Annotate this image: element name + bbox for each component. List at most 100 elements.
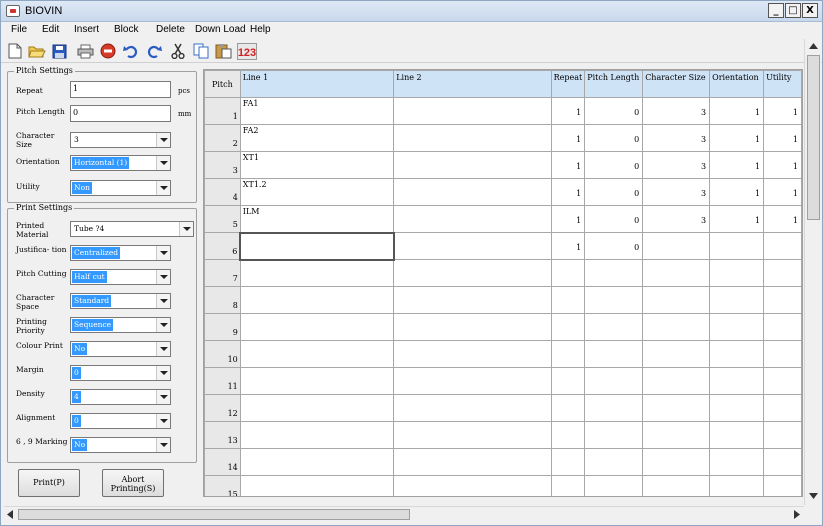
utility-cell[interactable]: 1	[763, 151, 802, 179]
row-header[interactable]: 9	[204, 313, 241, 341]
minimize-button[interactable]: _	[768, 3, 784, 18]
character-size-cell[interactable]	[642, 421, 711, 449]
repeat-input[interactable]: 1	[70, 81, 171, 98]
vertical-scrollbar[interactable]	[804, 39, 821, 505]
menu-edit[interactable]: Edit	[42, 24, 59, 35]
column-header-line2[interactable]: Line 2	[393, 70, 552, 98]
line2-cell[interactable]	[393, 394, 552, 422]
character-size-cell[interactable]: 3	[642, 124, 711, 152]
line2-cell[interactable]	[393, 448, 552, 476]
numbering-icon[interactable]: 123	[237, 42, 257, 60]
line2-cell[interactable]	[393, 421, 552, 449]
pitch-length-cell[interactable]: 0	[584, 124, 644, 152]
line1-cell[interactable]	[239, 394, 395, 422]
line1-cell[interactable]: FA2	[239, 124, 395, 152]
utility-select[interactable]: Non	[70, 180, 171, 196]
line1-cell[interactable]	[239, 340, 395, 368]
paste-icon[interactable]	[214, 42, 232, 60]
margin-select[interactable]: 0	[70, 365, 171, 381]
stop-icon[interactable]	[99, 42, 117, 60]
character-size-cell[interactable]	[642, 367, 711, 395]
line1-cell[interactable]: FA1	[239, 97, 395, 125]
menu-download[interactable]: Down Load	[195, 24, 246, 35]
line2-cell[interactable]	[393, 286, 552, 314]
orientation-cell[interactable]	[709, 421, 765, 449]
character-size-cell[interactable]	[642, 286, 711, 314]
orientation-cell[interactable]: 1	[709, 151, 765, 179]
close-button[interactable]: X	[802, 3, 818, 18]
line1-cell[interactable]: ILM	[239, 205, 395, 233]
repeat-cell[interactable]	[550, 259, 586, 287]
orientation-cell[interactable]	[709, 394, 765, 422]
row-header[interactable]: 14	[204, 448, 241, 476]
pitch-length-cell[interactable]: 0	[584, 205, 644, 233]
line2-cell[interactable]	[393, 340, 552, 368]
line1-cell[interactable]	[239, 475, 395, 496]
horizontal-scroll-thumb[interactable]	[18, 509, 410, 520]
orientation-cell[interactable]	[709, 448, 765, 476]
orientation-cell[interactable]	[709, 232, 765, 260]
chevron-down-icon[interactable]	[156, 390, 170, 404]
line1-cell[interactable]: XT1	[239, 151, 395, 179]
character-size-cell[interactable]	[642, 340, 711, 368]
repeat-cell[interactable]: 1	[550, 151, 586, 179]
chevron-down-icon[interactable]	[156, 156, 170, 170]
line2-cell[interactable]	[393, 97, 552, 125]
orientation-cell[interactable]	[709, 313, 765, 341]
character-size-cell[interactable]	[642, 259, 711, 287]
colour-print-select[interactable]: No	[70, 341, 171, 357]
utility-cell[interactable]	[763, 475, 802, 496]
repeat-cell[interactable]	[550, 313, 586, 341]
chevron-down-icon[interactable]	[156, 246, 170, 260]
justification-select[interactable]: Centralized	[70, 245, 171, 261]
scroll-right-icon[interactable]	[794, 510, 800, 519]
column-header-orientation[interactable]: Orientation	[709, 70, 765, 98]
row-header[interactable]: 7	[204, 259, 241, 287]
row-header[interactable]: 6	[204, 232, 241, 260]
character-size-cell[interactable]	[642, 448, 711, 476]
pitch-length-cell[interactable]: 0	[584, 232, 644, 260]
pitch-length-cell[interactable]	[584, 475, 644, 496]
chevron-down-icon[interactable]	[179, 222, 193, 236]
scroll-up-icon[interactable]	[809, 43, 818, 49]
vertical-scroll-thumb[interactable]	[807, 55, 820, 220]
menu-delete[interactable]: Delete	[156, 24, 185, 35]
copy-icon[interactable]	[192, 42, 210, 60]
repeat-cell[interactable]: 1	[550, 232, 586, 260]
utility-cell[interactable]	[763, 286, 802, 314]
density-select[interactable]: 4	[70, 389, 171, 405]
open-folder-icon[interactable]	[28, 42, 46, 60]
column-header-utility[interactable]: Utility	[763, 70, 802, 98]
chevron-down-icon[interactable]	[156, 270, 170, 284]
pitch-length-cell[interactable]: 0	[584, 151, 644, 179]
pitch-length-cell[interactable]	[584, 394, 644, 422]
utility-cell[interactable]	[763, 259, 802, 287]
orientation-cell[interactable]	[709, 475, 765, 496]
orientation-cell[interactable]: 1	[709, 178, 765, 206]
utility-cell[interactable]	[763, 394, 802, 422]
pitch-length-cell[interactable]	[584, 286, 644, 314]
row-header[interactable]: 11	[204, 367, 241, 395]
line1-cell[interactable]	[239, 286, 395, 314]
alignment-select[interactable]: 0	[70, 413, 171, 429]
row-header[interactable]: 2	[204, 124, 241, 152]
repeat-cell[interactable]: 1	[550, 124, 586, 152]
column-header-pitch[interactable]: Pitch	[204, 70, 241, 98]
line2-cell[interactable]	[393, 151, 552, 179]
cut-icon[interactable]	[169, 42, 187, 60]
column-header-character-size[interactable]: Character Size	[642, 70, 711, 98]
chevron-down-icon[interactable]	[156, 133, 170, 147]
printing-priority-select[interactable]: Sequence	[70, 317, 171, 333]
orientation-cell[interactable]: 1	[709, 205, 765, 233]
orientation-cell[interactable]	[709, 286, 765, 314]
utility-cell[interactable]: 1	[763, 97, 802, 125]
orientation-cell[interactable]	[709, 367, 765, 395]
repeat-cell[interactable]	[550, 340, 586, 368]
utility-cell[interactable]	[763, 448, 802, 476]
row-header[interactable]: 13	[204, 421, 241, 449]
chevron-down-icon[interactable]	[156, 366, 170, 380]
utility-cell[interactable]	[763, 313, 802, 341]
character-space-select[interactable]: Standard	[70, 293, 171, 309]
character-size-cell[interactable]: 3	[642, 205, 711, 233]
utility-cell[interactable]: 1	[763, 178, 802, 206]
